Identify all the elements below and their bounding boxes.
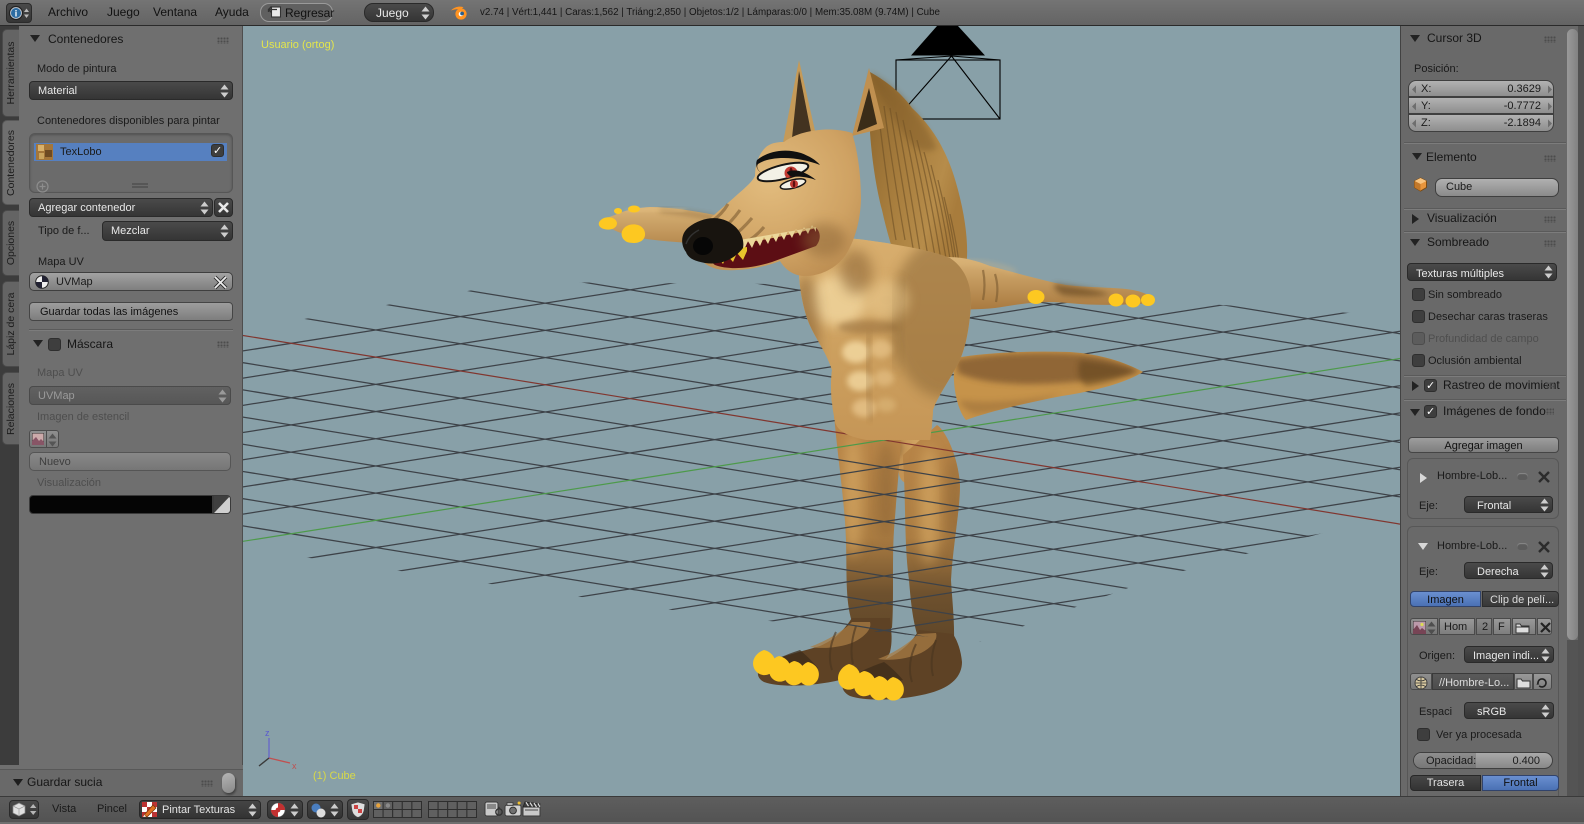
svg-text:x: x: [292, 761, 297, 771]
svg-text:i: i: [15, 9, 18, 19]
svg-text:Usuario (ortog): Usuario (ortog): [261, 39, 334, 51]
svg-text:(1) Cube: (1) Cube: [313, 770, 356, 782]
svg-text:z: z: [265, 728, 270, 738]
